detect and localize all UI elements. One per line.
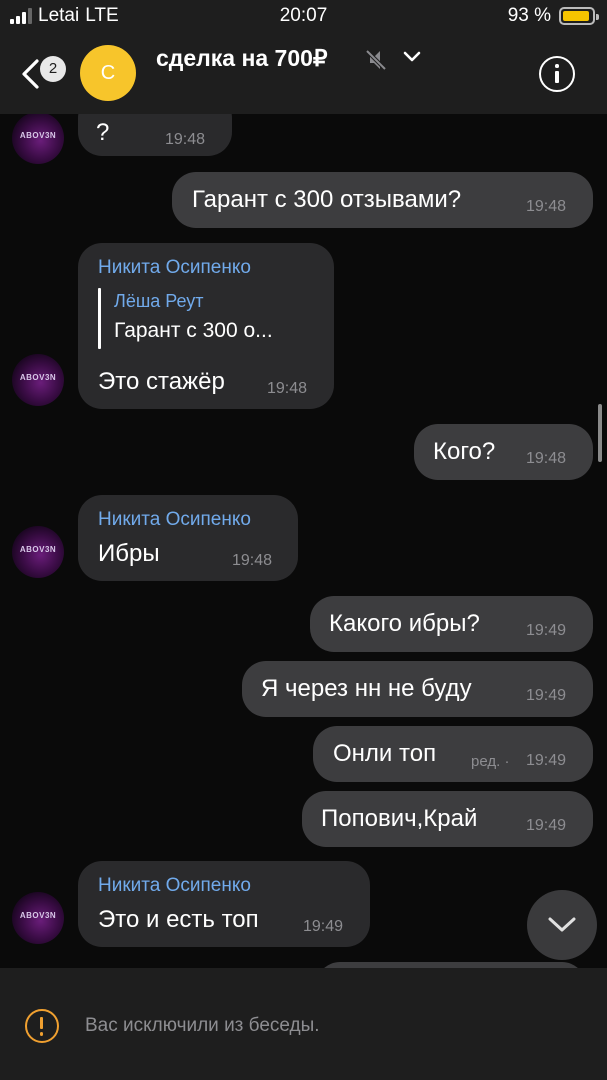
sender-avatar[interactable]: ABOV3N (12, 114, 64, 164)
reply-bar (98, 288, 101, 349)
message-text: Кого? (433, 438, 496, 465)
message-text: Это стажёр (98, 368, 225, 395)
footer-notice: Вас исключили из беседы. (0, 968, 607, 1080)
message-time: 19:49 (526, 687, 567, 704)
info-button[interactable] (539, 56, 575, 92)
message-bubble[interactable]: Никита Осипенко Ибры 19:48 (78, 495, 298, 581)
message-bubble[interactable]: Попович,Край 19:49 (302, 791, 593, 847)
chat-title[interactable]: сделка на 700₽ (156, 45, 328, 72)
chevron-down-icon[interactable] (403, 50, 421, 64)
status-right: 93 % (507, 5, 599, 27)
message-text: Это и есть топ (98, 906, 259, 933)
message-time: 19:49 (303, 918, 344, 935)
message-bubble[interactable]: Онли топ ред. · 19:49 (313, 726, 593, 782)
message-text: Гарант с 300 отзывами? (192, 186, 462, 213)
reply-text[interactable]: Гарант с 300 о... (114, 319, 273, 343)
unread-badge: 2 (40, 56, 66, 82)
message-list[interactable]: ABOV3N ? 19:48 Гарант с 300 отзывами? 19… (0, 114, 607, 968)
message-bubble[interactable]: Гарант с 300 отзывами? 19:48 (172, 172, 593, 228)
chat-avatar[interactable]: С (80, 45, 136, 101)
sender-name[interactable]: Никита Осипенко (98, 875, 251, 897)
message-bubble[interactable]: Я через нн не буду 19:49 (242, 661, 593, 717)
message-time: 19:48 (526, 450, 567, 467)
chevron-left-icon (22, 59, 39, 89)
message-text: Попович,Край (321, 805, 478, 832)
mute-icon (365, 49, 387, 71)
scroll-down-button[interactable] (527, 890, 597, 960)
message-time: 19:49 (526, 817, 567, 834)
message-time: 19:48 (232, 552, 273, 569)
message-bubble[interactable]: Никита Осипенко Лёша Реут Гарант с 300 о… (78, 243, 334, 409)
back-button[interactable]: 2 (14, 46, 68, 100)
removed-notice: Вас исключили из беседы. (85, 1015, 320, 1036)
message-text: Онли топ (333, 740, 437, 767)
message-text: Какого ибры? (329, 610, 480, 637)
battery-fill (563, 11, 590, 21)
message-time: 19:48 (267, 380, 308, 397)
battery-icon (559, 7, 599, 25)
message-time: 19:49 (526, 752, 567, 769)
message-text: ? (96, 119, 110, 146)
message-text: Я через нн не буду (261, 675, 472, 702)
sender-avatar[interactable]: ABOV3N (12, 892, 64, 944)
chevron-down-icon (548, 917, 576, 932)
sender-name[interactable]: Никита Осипенко (98, 509, 251, 531)
status-bar: Letai LTE 20:07 93 % (0, 0, 607, 32)
scroll-indicator[interactable] (598, 404, 602, 462)
warning-icon (25, 1009, 59, 1043)
message-bubble[interactable]: Какого ибры? 19:49 (310, 596, 593, 652)
message-bubble[interactable]: Никита Осипенко Это и есть топ 19:49 (78, 861, 370, 947)
sender-name[interactable]: Никита Осипенко (98, 257, 251, 279)
message-text: Ибры (98, 540, 160, 567)
battery-percent: 93 % (507, 5, 551, 26)
reply-author[interactable]: Лёша Реут (114, 291, 204, 312)
message-bubble[interactable]: Кого? 19:48 (414, 424, 593, 480)
chat-header: 2 С сделка на 700₽ (0, 32, 607, 114)
sender-avatar[interactable]: ABOV3N (12, 354, 64, 406)
edited-label: ред. · (471, 753, 510, 770)
message-bubble[interactable]: ? 19:48 (78, 114, 232, 156)
message-time: 19:48 (526, 198, 567, 215)
message-time: 19:48 (165, 131, 206, 148)
message-time: 19:49 (526, 622, 567, 639)
sender-avatar[interactable]: ABOV3N (12, 526, 64, 578)
